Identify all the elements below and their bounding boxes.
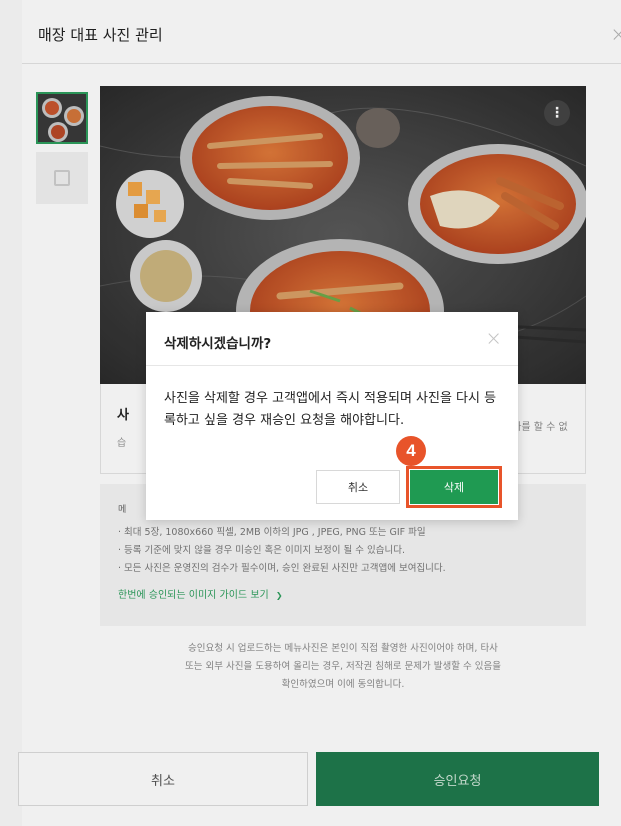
confirm-cancel-button[interactable]: 취소 (316, 470, 400, 504)
step-number-badge: 4 (396, 436, 426, 466)
delete-confirm-dialog: 삭제하시겠습니까? × 사진을 삭제할 경우 고객앱에서 즉시 적용되며 사진을… (146, 312, 518, 520)
confirm-delete-button[interactable]: 삭제 (406, 466, 502, 508)
confirm-header: 삭제하시겠습니까? × (146, 312, 518, 366)
screen: 매장 대표 사진 관리 × ⋮ 사 추가를 할 수 없 습 메 · 최대 5장,… (0, 0, 621, 826)
confirm-close-icon[interactable]: × (485, 326, 502, 350)
confirm-title: 삭제하시겠습니까? (164, 336, 272, 352)
confirm-message: 사진을 삭제할 경우 고객앱에서 즉시 적용되며 사진을 다시 등록하고 싶을 … (164, 391, 497, 428)
